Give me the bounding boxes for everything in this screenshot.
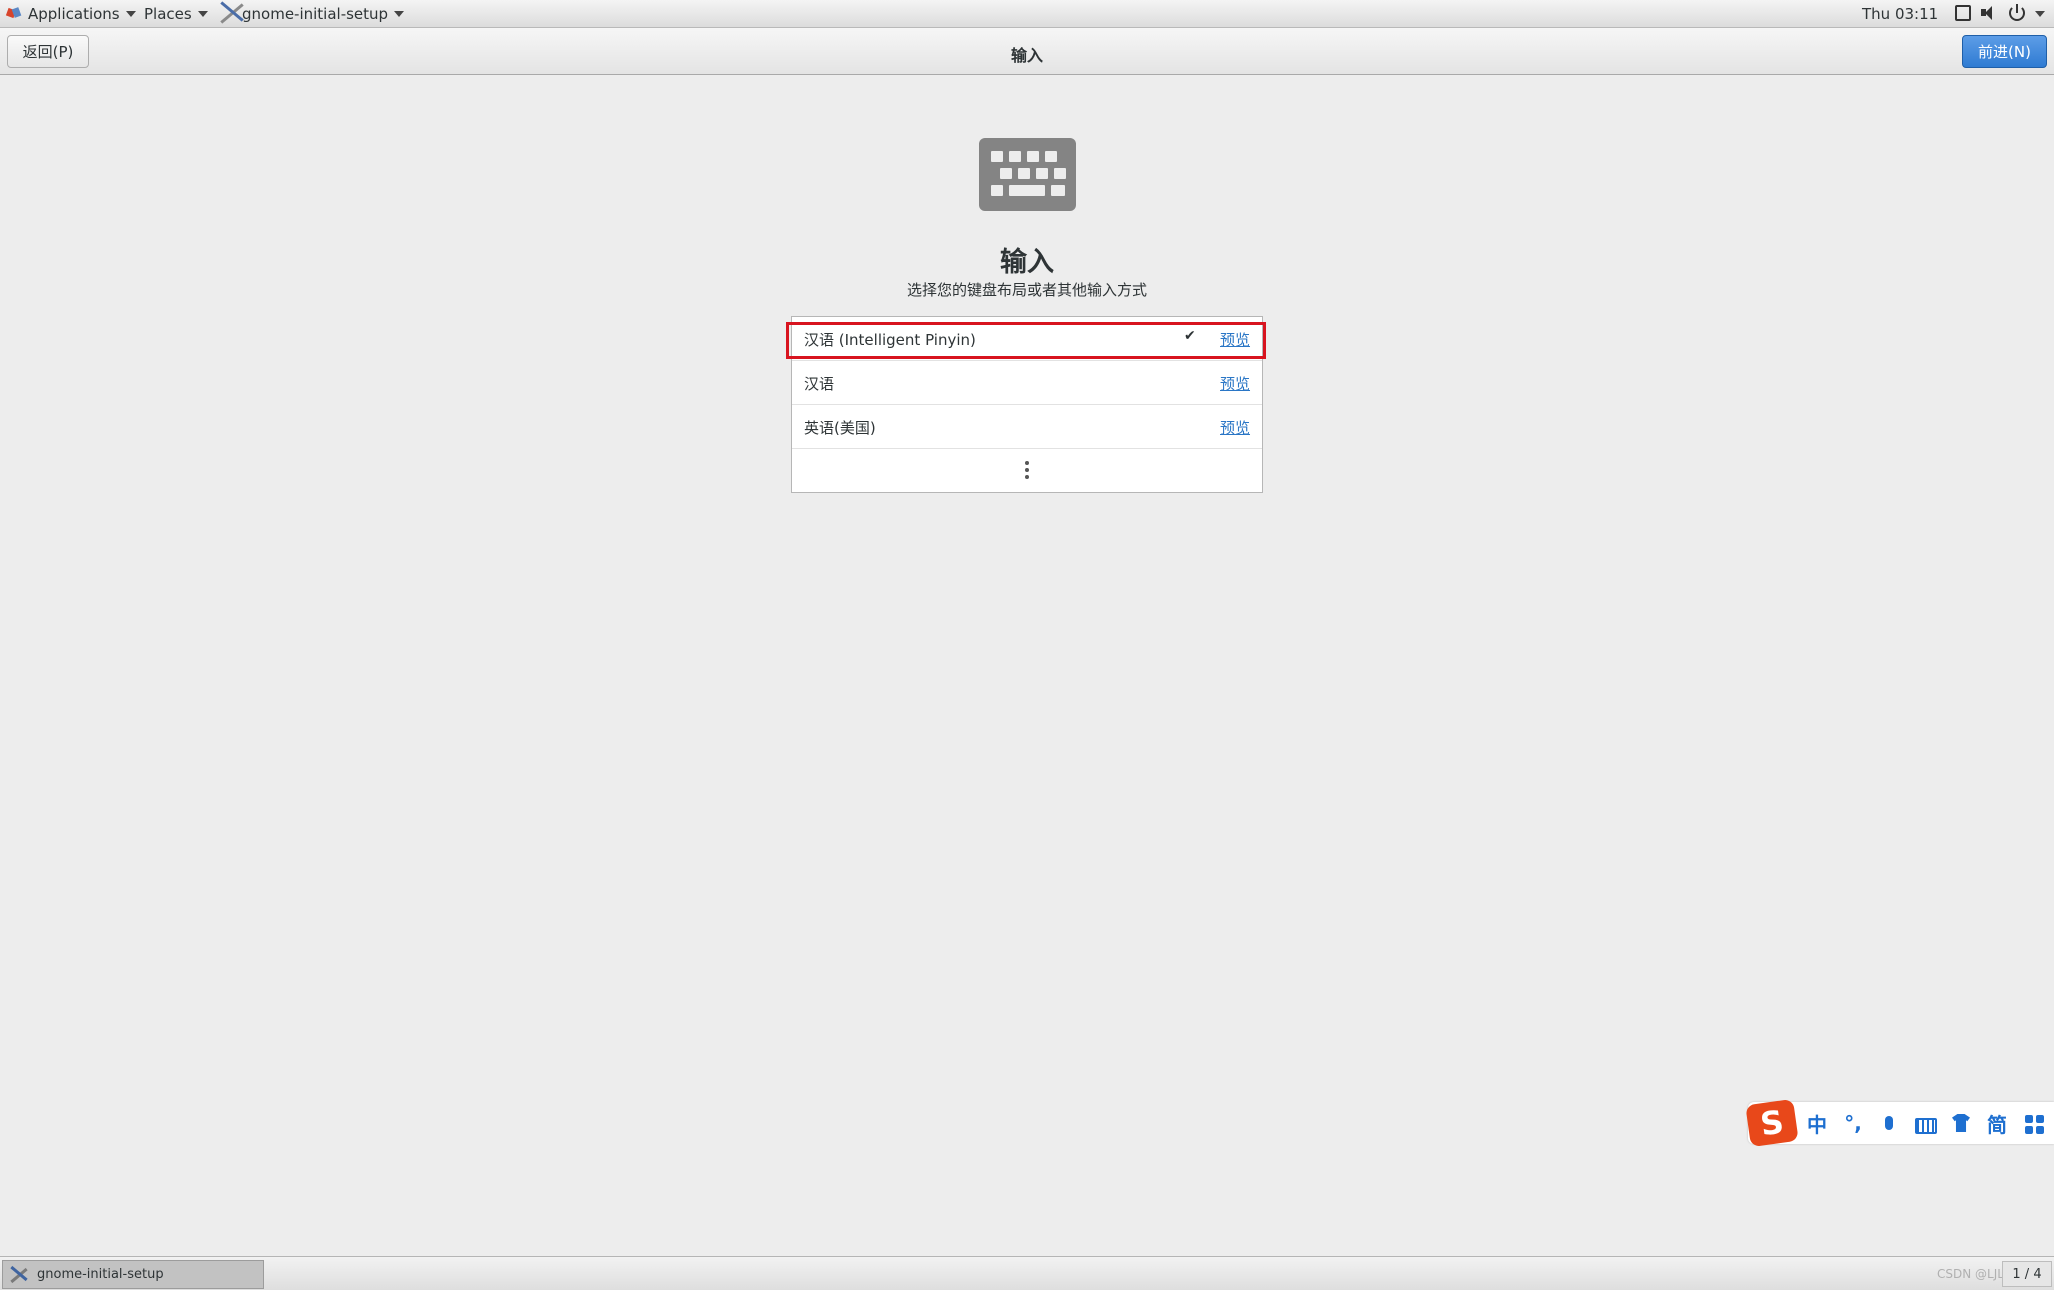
grid-icon [2025, 1115, 2044, 1134]
input-source-row[interactable]: 汉语 预览 [792, 361, 1262, 405]
input-source-row[interactable]: 汉语 (Intelligent Pinyin) ✔ 预览 [792, 317, 1262, 361]
volume-icon[interactable] [1981, 5, 1997, 21]
chevron-down-icon [125, 11, 136, 17]
ime-mode-toggle[interactable]: 中 [1804, 1110, 1830, 1137]
places-label: Places [144, 5, 192, 23]
keyboard-icon [979, 138, 1076, 211]
taskbar-window-button[interactable]: gnome-initial-setup [2, 1260, 264, 1289]
more-input-sources-button[interactable] [792, 449, 1262, 492]
applications-label: Applications [28, 5, 120, 23]
top-panel: Applications Places gnome-initial-setup … [0, 0, 2054, 28]
ime-toolbar: S 中 °, 简 [1745, 1098, 2054, 1148]
applications-menu[interactable]: Applications [6, 4, 136, 24]
screen-icon[interactable] [1955, 5, 1971, 21]
places-menu[interactable]: Places [144, 4, 208, 24]
system-menu-chevron-icon[interactable] [2035, 11, 2045, 17]
page-subtitle: 选择您的键盘布局或者其他输入方式 [906, 281, 1147, 299]
watermark: CSDN @LJL [1937, 1267, 2004, 1281]
workspace-indicator[interactable]: 1 / 4 [2002, 1261, 2052, 1287]
preview-link[interactable]: 预览 [1220, 373, 1250, 394]
input-source-label: 汉语 [804, 375, 835, 393]
input-source-label: 英语(美国) [804, 419, 876, 437]
microphone-icon[interactable] [1876, 1110, 1902, 1136]
ime-punctuation-toggle[interactable]: °, [1840, 1110, 1866, 1136]
clock[interactable]: Thu 03:11 [1862, 4, 1938, 24]
sogou-logo[interactable]: S [1745, 1098, 1799, 1148]
applications-icon [6, 6, 22, 22]
skin-shirt-icon[interactable] [1948, 1110, 1974, 1136]
tools-icon [214, 0, 250, 28]
ime-simplified-toggle[interactable]: 简 [1984, 1110, 2010, 1137]
app-menu[interactable]: gnome-initial-setup [214, 0, 405, 28]
checkmark-icon: ✔ [1184, 328, 1196, 344]
preview-link[interactable]: 预览 [1220, 417, 1250, 438]
clock-label: Thu 03:11 [1862, 5, 1939, 23]
chevron-down-icon [197, 11, 208, 17]
input-source-label: 汉语 (Intelligent Pinyin) [804, 331, 976, 349]
ime-soft-keyboard[interactable] [1912, 1110, 1938, 1136]
input-source-row[interactable]: 英语(美国) 预览 [792, 405, 1262, 449]
ime-toolbox[interactable] [2020, 1110, 2046, 1136]
more-vertical-icon [1025, 461, 1029, 479]
chevron-down-icon [394, 11, 405, 17]
taskbar-window-label: gnome-initial-setup [37, 1267, 164, 1282]
tools-icon [7, 1263, 33, 1287]
next-button[interactable]: 前进(N) [1962, 35, 2047, 68]
keyboard-icon [1915, 1117, 1937, 1134]
header-bar: 返回(P) 输入 前进(N) [0, 28, 2054, 75]
preview-link[interactable]: 预览 [1220, 329, 1250, 350]
header-title: 输入 [1010, 46, 1043, 65]
page-title: 输入 [1000, 247, 1054, 278]
input-source-list: 汉语 (Intelligent Pinyin) ✔ 预览 汉语 预览 英语(美国… [791, 316, 1263, 493]
power-icon[interactable] [2009, 4, 2025, 21]
app-menu-label: gnome-initial-setup [242, 5, 389, 23]
bottom-taskbar: gnome-initial-setup CSDN @LJL 1 / 4 [0, 1256, 2054, 1290]
